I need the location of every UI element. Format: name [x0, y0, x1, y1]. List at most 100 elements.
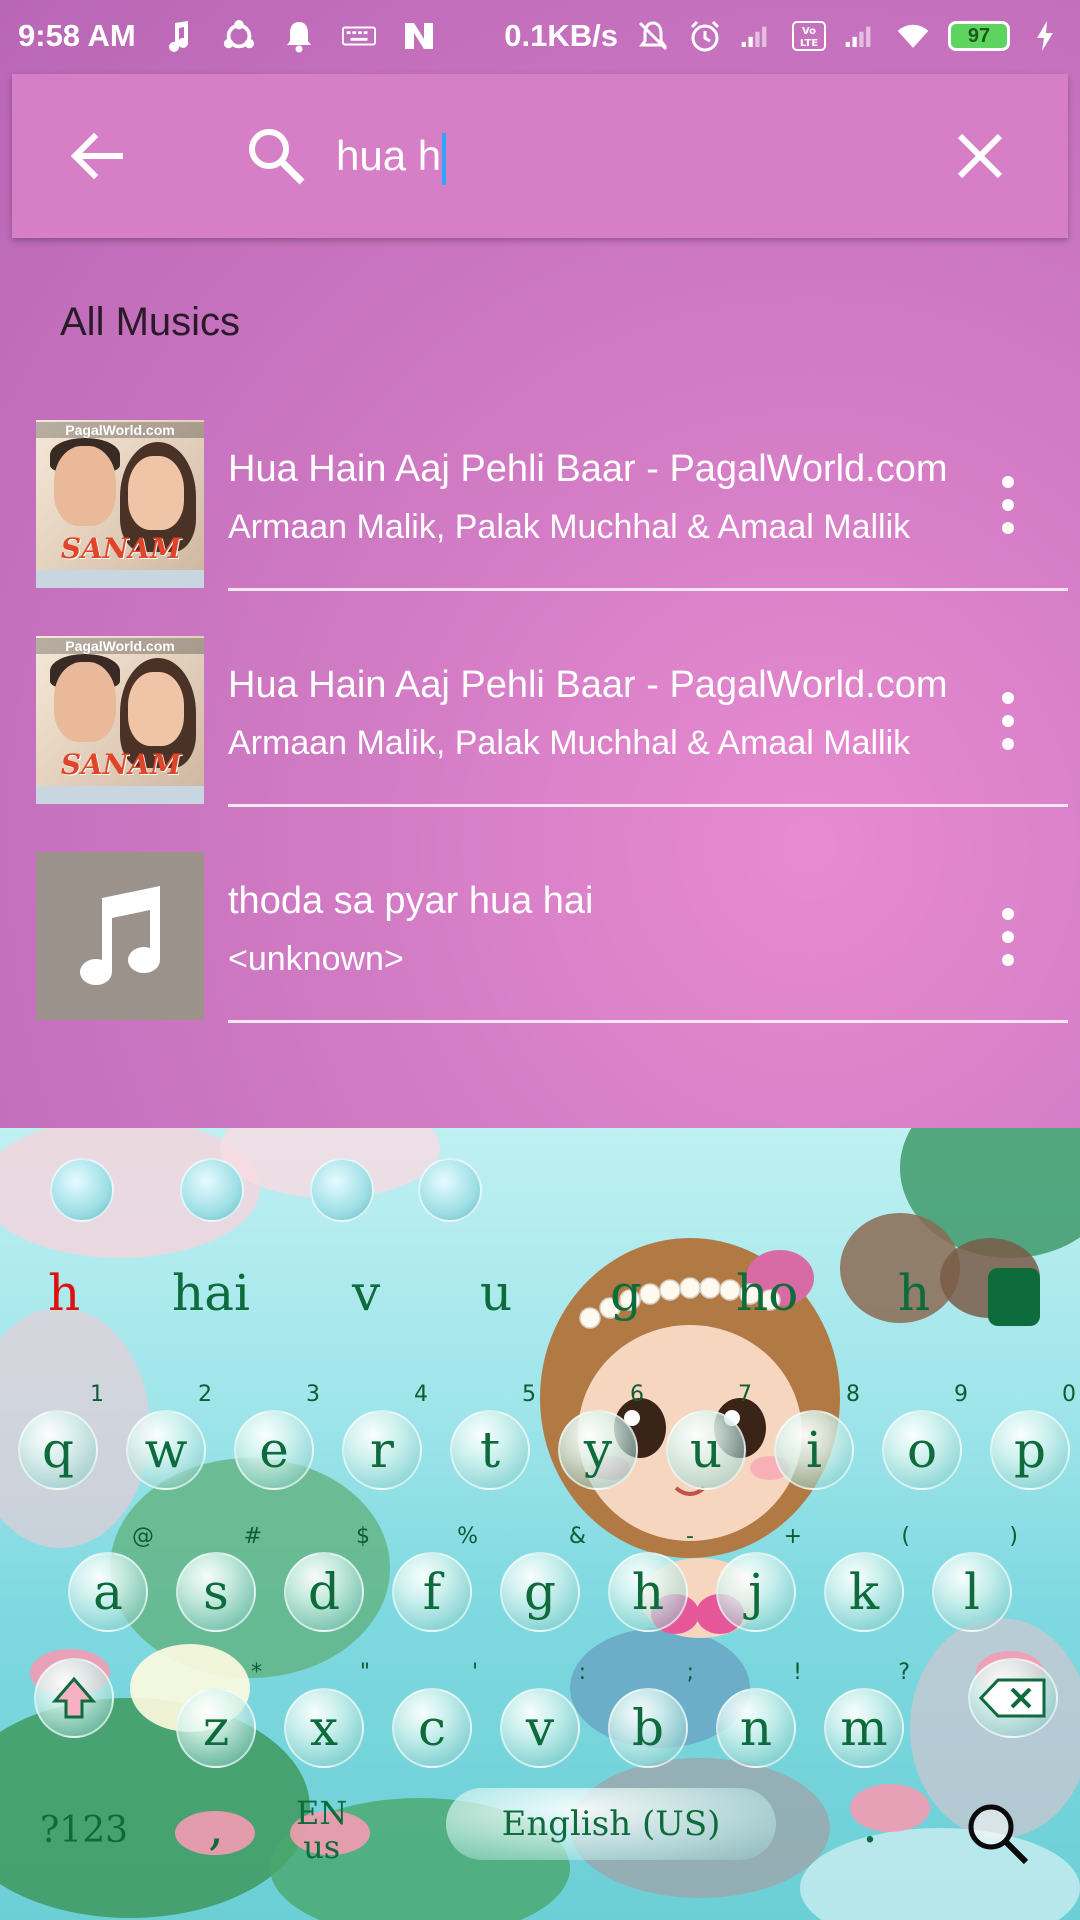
- key-hint: (: [901, 1524, 910, 1549]
- key-letter: h: [631, 1563, 665, 1621]
- key-letter: n: [739, 1699, 773, 1757]
- key-m[interactable]: m?: [824, 1662, 910, 1768]
- song-title: thoda sa pyar hua hai: [228, 880, 594, 922]
- song-row[interactable]: PagalWorld.com SANAM RE Hua Hain Aaj Peh…: [0, 400, 1080, 616]
- album-art-watermark: PagalWorld.com: [36, 422, 204, 438]
- search-query: hua h: [336, 132, 442, 179]
- key-g[interactable]: g &: [500, 1526, 586, 1632]
- suggestion[interactable]: ho: [736, 1264, 798, 1322]
- shift-key[interactable]: [34, 1658, 114, 1738]
- key-letter: b: [631, 1699, 664, 1757]
- share-icon: [222, 19, 256, 53]
- key-n[interactable]: n!: [716, 1662, 802, 1768]
- key-hint: 7: [738, 1382, 752, 1407]
- key-a[interactable]: a @: [68, 1526, 154, 1632]
- song-artist: Armaan Malik, Palak Muchhal & Amaal Mall…: [228, 724, 911, 762]
- more-vert-icon: [1002, 692, 1014, 750]
- suggestion[interactable]: h: [48, 1264, 80, 1322]
- more-vert-icon: [1002, 476, 1014, 534]
- comma-key[interactable]: ,: [208, 1798, 224, 1856]
- period-key[interactable]: .: [862, 1796, 878, 1854]
- search-input[interactable]: hua h: [336, 116, 936, 196]
- suggestion[interactable]: v: [352, 1264, 380, 1322]
- key-o[interactable]: o9: [882, 1384, 968, 1490]
- key-letter: m: [840, 1699, 888, 1757]
- emoji-icon[interactable]: [310, 1158, 374, 1222]
- key-letter: p: [1013, 1421, 1046, 1479]
- divider: [228, 1020, 1068, 1023]
- key-hint: 1: [90, 1382, 104, 1407]
- network-speed: 0.1KB/s: [504, 18, 618, 53]
- key-k[interactable]: k(: [824, 1526, 910, 1632]
- key-s[interactable]: s #: [176, 1526, 262, 1632]
- key-letter: i: [806, 1421, 822, 1479]
- suggestion[interactable]: hai: [172, 1264, 250, 1322]
- key-p[interactable]: p0: [990, 1384, 1076, 1490]
- key-j[interactable]: j +: [716, 1526, 802, 1632]
- key-hint: 9: [954, 1382, 968, 1407]
- key-hint: !: [793, 1660, 802, 1685]
- symbols-key[interactable]: ?123: [40, 1810, 128, 1851]
- key-d[interactable]: d $: [284, 1526, 370, 1632]
- key-r[interactable]: r4: [342, 1384, 428, 1490]
- voice-input-icon[interactable]: [988, 1268, 1040, 1326]
- clear-search-button[interactable]: [952, 128, 1008, 184]
- backspace-key[interactable]: [968, 1658, 1058, 1738]
- key-l[interactable]: l): [932, 1526, 1018, 1632]
- key-h[interactable]: h-: [608, 1526, 694, 1632]
- more-options-button[interactable]: [990, 686, 1026, 756]
- key-letter: k: [848, 1563, 880, 1621]
- key-letter: z: [202, 1699, 230, 1757]
- key-letter: e: [259, 1421, 289, 1479]
- key-v[interactable]: v:: [500, 1662, 586, 1768]
- key-letter: y: [583, 1421, 613, 1479]
- song-row[interactable]: thoda sa pyar hua hai <unknown>: [0, 832, 1080, 1048]
- keyboard-theme-icon[interactable]: [180, 1158, 244, 1222]
- arrow-left-icon: [70, 132, 123, 180]
- key-e[interactable]: e3: [234, 1384, 320, 1490]
- suggestion[interactable]: g: [610, 1264, 642, 1322]
- keyboard-settings-icon[interactable]: [50, 1158, 114, 1222]
- status-bar: 9:58 AM 0.1KB/s Vo LTE 97: [0, 0, 1080, 72]
- language-key[interactable]: EN us: [296, 1796, 347, 1864]
- key-z[interactable]: z *: [176, 1662, 262, 1768]
- key-letter: w: [144, 1421, 188, 1479]
- key-q[interactable]: q1: [18, 1384, 104, 1490]
- back-button[interactable]: [64, 123, 130, 189]
- space-label: English (US): [501, 1804, 721, 1844]
- key-i[interactable]: i8: [774, 1384, 860, 1490]
- suggestion[interactable]: u: [480, 1264, 512, 1322]
- soft-keyboard: h hai v u g ho h q1w2e3r4t5y6u7i8o9p0 a @…: [0, 1128, 1080, 1920]
- n-app-icon: [402, 19, 436, 53]
- key-b[interactable]: b;: [608, 1662, 694, 1768]
- volte-icon: Vo LTE: [792, 19, 826, 53]
- song-row[interactable]: PagalWorld.com SANAM RE Hua Hain Aaj Peh…: [0, 616, 1080, 832]
- key-letter: r: [370, 1421, 394, 1479]
- key-hint: ?: [898, 1660, 910, 1685]
- more-vert-icon: [1002, 908, 1014, 966]
- key-hint: ': [471, 1660, 478, 1685]
- mute-icon: [636, 19, 670, 53]
- keyboard-more-icon[interactable]: [418, 1158, 482, 1222]
- key-w[interactable]: w2: [126, 1384, 212, 1490]
- search-key[interactable]: [962, 1798, 1032, 1877]
- key-f[interactable]: f%: [392, 1526, 478, 1632]
- key-u[interactable]: u7: [666, 1384, 752, 1490]
- space-key[interactable]: English (US): [446, 1788, 776, 1860]
- key-x[interactable]: x ": [284, 1662, 370, 1768]
- more-options-button[interactable]: [990, 470, 1026, 540]
- svg-text:Vo: Vo: [802, 26, 816, 37]
- key-hint: ": [359, 1660, 370, 1685]
- key-letter: l: [964, 1563, 980, 1621]
- signal-icon: [740, 19, 774, 53]
- suggestion[interactable]: h: [898, 1264, 930, 1322]
- key-hint: %: [457, 1524, 478, 1549]
- more-options-button[interactable]: [990, 902, 1026, 972]
- key-c[interactable]: c ': [392, 1662, 478, 1768]
- alarm-icon: [688, 19, 722, 53]
- key-t[interactable]: t5: [450, 1384, 536, 1490]
- key-hint: 4: [414, 1382, 428, 1407]
- key-hint: -: [686, 1524, 694, 1549]
- key-y[interactable]: y6: [558, 1384, 644, 1490]
- key-letter: c: [417, 1699, 446, 1757]
